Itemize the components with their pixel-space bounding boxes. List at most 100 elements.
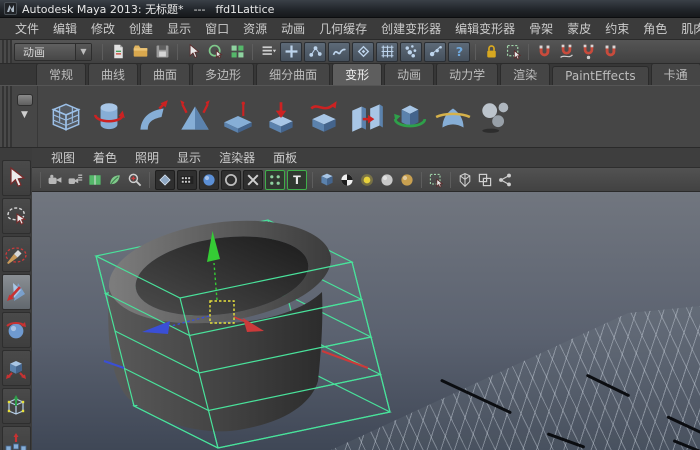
menu-windows[interactable]: 窗口 [198, 18, 236, 39]
camera-attributes-icon[interactable] [65, 170, 85, 190]
wire-deformer-icon[interactable] [433, 97, 473, 137]
nonlinear-squash-icon[interactable] [261, 97, 301, 137]
move-tool[interactable] [1, 274, 31, 310]
nonlinear-twist-icon[interactable] [89, 97, 129, 137]
rotate-tool[interactable] [1, 312, 31, 348]
open-scene-icon[interactable] [129, 42, 151, 62]
shelf-tab-general[interactable]: 常规 [36, 64, 87, 85]
panel-layout-icon[interactable] [475, 170, 495, 190]
shelf-tab-painteffects[interactable]: PaintEffects [552, 66, 649, 85]
highlight-selection-icon[interactable] [502, 42, 524, 62]
menu-edit-deformers[interactable]: 编辑变形器 [448, 18, 522, 39]
menu-skeleton[interactable]: 骨架 [522, 18, 560, 39]
paint-selection-tool[interactable] [1, 236, 31, 272]
hardware-texturing-icon[interactable] [317, 170, 337, 190]
shaded-display-icon[interactable] [199, 169, 219, 190]
outliner-share-icon[interactable] [495, 170, 515, 190]
shelf-tab-dynamics[interactable]: 动力学 [436, 64, 499, 85]
menu-geometry-cache[interactable]: 几何缓存 [312, 18, 374, 39]
lock-selection-icon[interactable] [480, 42, 502, 62]
select-deformations-icon[interactable] [376, 41, 398, 62]
shelf-tab-curves[interactable]: 曲线 [88, 64, 139, 85]
soft-modification-tool[interactable] [1, 426, 31, 450]
scene-cube-icon[interactable] [455, 170, 475, 190]
nonlinear-sine-icon[interactable] [304, 97, 344, 137]
shelf-tab-surfaces[interactable]: 曲面 [140, 64, 191, 85]
default-lighting-icon[interactable] [397, 170, 417, 190]
shelf-grip[interactable] [0, 86, 12, 147]
select-rendering-icon[interactable] [424, 41, 446, 62]
isolate-select-icon[interactable] [426, 170, 446, 190]
smooth-shade-icon[interactable] [177, 169, 197, 190]
shelf-tab-subdivs[interactable]: 细分曲面 [256, 64, 331, 85]
menu-modify[interactable]: 修改 [84, 18, 122, 39]
lattice-deformer-icon[interactable] [46, 97, 86, 137]
save-scene-icon[interactable] [151, 42, 173, 62]
snap-to-point-icon[interactable] [577, 42, 599, 62]
flat-lighting-icon[interactable] [377, 170, 397, 190]
shelf-tab-polygons[interactable]: 多边形 [192, 64, 255, 85]
selection-mask-list-icon[interactable] [257, 42, 279, 62]
select-dynamics-icon[interactable] [400, 41, 422, 62]
menu-edit[interactable]: 编辑 [46, 18, 84, 39]
lasso-select-tool[interactable] [1, 198, 31, 234]
help-selection-icon[interactable] [448, 41, 470, 62]
menu-skin[interactable]: 蒙皮 [560, 18, 598, 39]
shelf-tab-toon[interactable]: 卡通 [650, 64, 700, 85]
menu-character[interactable]: 角色 [636, 18, 674, 39]
menu-create[interactable]: 创建 [122, 18, 160, 39]
menu-constrain[interactable]: 约束 [598, 18, 636, 39]
select-camera-icon[interactable] [45, 170, 65, 190]
image-plane-icon[interactable] [105, 170, 125, 190]
snap-to-grid-icon[interactable] [533, 42, 555, 62]
select-curves-icon[interactable] [328, 41, 350, 62]
sculpt-deformer-icon[interactable] [218, 97, 258, 137]
perspective-viewport[interactable] [32, 192, 700, 450]
pmenu-show[interactable]: 显示 [168, 148, 210, 167]
menu-assets[interactable]: 资源 [236, 18, 274, 39]
scale-tool[interactable] [1, 350, 31, 386]
menu-muscle[interactable]: 肌肉 [674, 18, 700, 39]
shelf-popup-button[interactable] [16, 94, 33, 106]
xray-display-icon[interactable] [243, 169, 263, 190]
texture-display-icon[interactable] [287, 169, 307, 190]
shelf-tab-deformation[interactable]: 变形 [332, 64, 383, 85]
menu-animate[interactable]: 动画 [274, 18, 312, 39]
menu-set-dropdown[interactable]: 动画 ▼ [14, 42, 92, 61]
use-default-material-icon[interactable] [337, 170, 357, 190]
menu-file[interactable]: 文件 [8, 18, 46, 39]
pmenu-lighting[interactable]: 照明 [126, 148, 168, 167]
xray-joints-icon[interactable] [265, 169, 285, 190]
pmenu-panels[interactable]: 面板 [264, 148, 306, 167]
nonlinear-bend-icon[interactable] [132, 97, 172, 137]
select-by-component-icon[interactable] [226, 42, 248, 62]
new-scene-icon[interactable] [107, 42, 129, 62]
zoom-region-icon[interactable] [125, 170, 145, 190]
select-tool[interactable] [1, 160, 31, 196]
status-grip[interactable] [0, 40, 12, 63]
menu-create-deformers[interactable]: 创建变形器 [374, 18, 448, 39]
blend-shape-icon[interactable] [347, 97, 387, 137]
cylinder-mesh[interactable] [108, 220, 332, 432]
soft-modification-icon[interactable] [476, 97, 516, 137]
nonlinear-flare-icon[interactable] [175, 97, 215, 137]
wrap-deformer-icon[interactable] [390, 97, 430, 137]
select-by-object-icon[interactable] [204, 42, 226, 62]
select-surfaces-icon[interactable] [352, 41, 374, 62]
title-bar[interactable]: Autodesk Maya 2013: 无标题* --- ffd1Lattice [0, 0, 700, 18]
all-lights-icon[interactable] [357, 170, 377, 190]
menu-display[interactable]: 显示 [160, 18, 198, 39]
select-joints-icon[interactable] [304, 41, 326, 62]
select-by-hierarchy-icon[interactable] [182, 42, 204, 62]
shelf-menu-arrow-icon[interactable]: ▼ [21, 111, 28, 120]
snap-to-curve-icon[interactable] [555, 42, 577, 62]
snap-to-plane-icon[interactable] [599, 42, 621, 62]
default-material-icon[interactable] [221, 169, 241, 190]
bookmarks-icon[interactable] [85, 170, 105, 190]
universal-manipulator-tool[interactable] [1, 388, 31, 424]
pmenu-renderer[interactable]: 渲染器 [210, 148, 264, 167]
pmenu-shading[interactable]: 着色 [84, 148, 126, 167]
wireframe-display-icon[interactable] [155, 169, 175, 190]
pmenu-view[interactable]: 视图 [42, 148, 84, 167]
shelf-tab-rendering[interactable]: 渲染 [500, 64, 551, 85]
